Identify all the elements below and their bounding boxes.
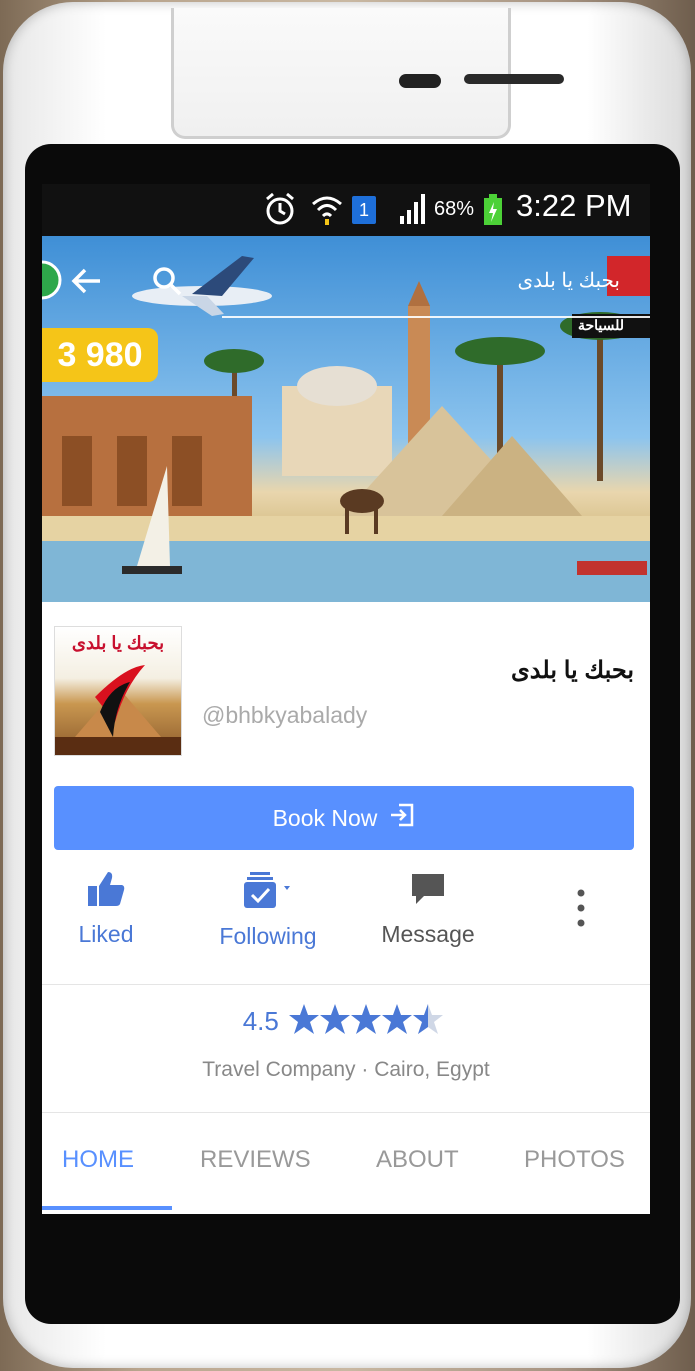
rating-value: 4.5 (242, 1006, 279, 1036)
page-title: بحبك يا بلدى (517, 270, 620, 292)
rotating-camera (171, 8, 564, 139)
speaker-grille (464, 74, 564, 84)
camera-lens (399, 74, 441, 88)
page-handle: @bhbkyabalady (202, 702, 368, 728)
star-icon (351, 1004, 382, 1034)
book-now-label: Book Now (272, 804, 378, 831)
page-tabs: HOME REVIEWS ABOUT PHOTOS (42, 1114, 650, 1210)
status-bar: 1 68% 3:22 PM (42, 184, 650, 236)
clock-time: 3:22 PM (516, 188, 632, 223)
tab-photos[interactable]: PHOTOS (524, 1146, 625, 1174)
message-label: Message (381, 921, 475, 947)
divider (42, 1112, 650, 1113)
avatar[interactable]: بحبك يا بلدى (54, 626, 182, 756)
alarm-icon (264, 192, 296, 234)
active-tab-indicator (42, 1206, 172, 1210)
message-button[interactable]: Message (348, 870, 508, 948)
logo-caption: للسياحة (578, 317, 625, 333)
rating-summary[interactable]: 4.5 (42, 1002, 650, 1041)
search-icon[interactable] (150, 264, 184, 303)
more-options-icon[interactable] (576, 888, 586, 933)
tab-home[interactable]: HOME (62, 1146, 134, 1174)
sign-in-icon (389, 802, 415, 834)
back-arrow-icon[interactable] (70, 264, 104, 303)
battery-icon (483, 194, 503, 234)
star-icon (289, 1004, 320, 1034)
liked-button[interactable]: Liked (42, 870, 186, 948)
phone-screen: 1 68% 3:22 PM بحبك يا بلدى للسياحة 3 980… (42, 184, 650, 1214)
star-half-icon (413, 1004, 429, 1034)
tab-about[interactable]: ABOUT (376, 1146, 459, 1174)
book-now-button[interactable]: Book Now (54, 786, 634, 850)
category-location: Travel Company · Cairo, Egypt (202, 1058, 490, 1081)
rating-stars (289, 1002, 449, 1041)
star-icon (382, 1004, 413, 1034)
liked-label: Liked (78, 921, 134, 947)
page-name: بحبك يا بلدى (511, 657, 634, 684)
tab-reviews[interactable]: REVIEWS (200, 1146, 311, 1174)
profile-header: بحبك يا بلدى بحبك يا بلدى @bhbkyabalady (42, 602, 650, 782)
following-button[interactable]: Following (188, 870, 348, 950)
signal-icon (398, 192, 428, 234)
battery-percent: 68% (434, 198, 475, 220)
message-icon (408, 874, 448, 912)
star-icon (320, 1004, 351, 1034)
divider (42, 984, 650, 985)
following-label: Following (219, 923, 317, 949)
cover-photo: بحبك يا بلدى للسياحة 3 980 (42, 236, 650, 602)
action-bar: Liked Following Message (42, 870, 650, 984)
following-icon (238, 872, 298, 914)
sim-badge: 1 (352, 196, 376, 224)
wifi-icon (310, 192, 344, 234)
price-badge: 3 980 (42, 328, 158, 382)
thumbs-up-icon (86, 872, 126, 912)
